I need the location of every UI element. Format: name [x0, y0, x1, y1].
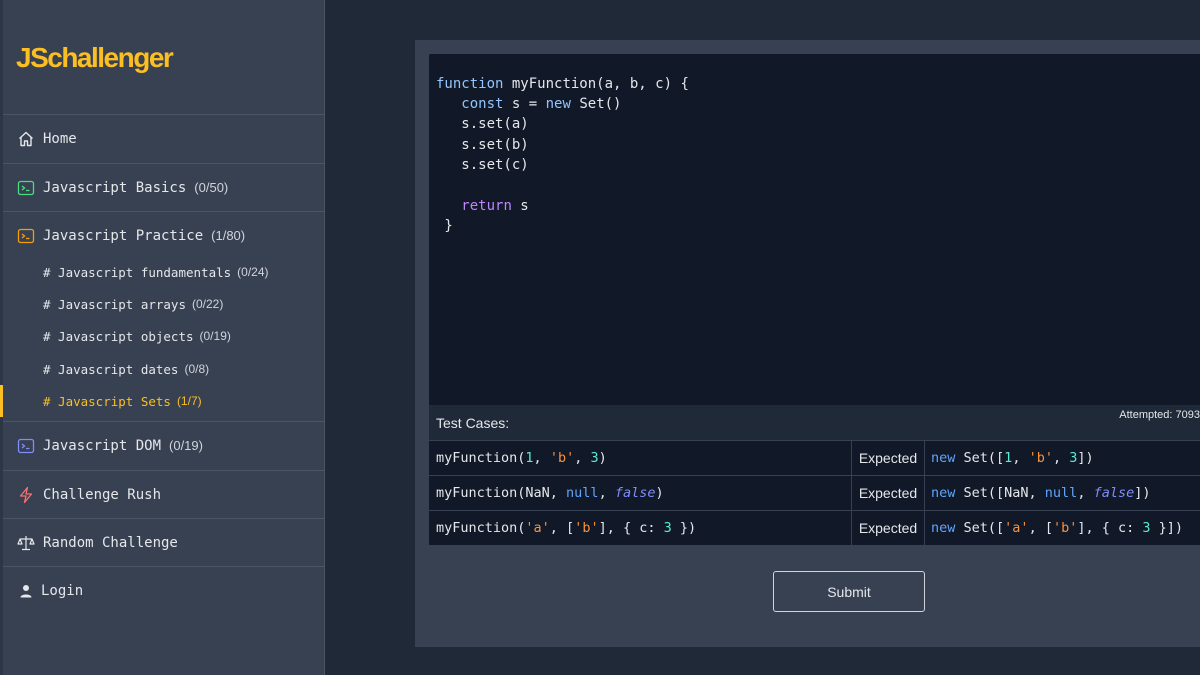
- sidebar-subitem-sets[interactable]: # Javascript Sets (1/7): [0, 385, 325, 417]
- test-cases-header: Test Cases: Attempted: 7093: [429, 405, 1200, 440]
- subitem-label: # Javascript arrays: [43, 296, 186, 312]
- sidebar-item-javascript-basics[interactable]: Javascript Basics (0/50): [3, 163, 325, 211]
- test-case-expected: new Set(['a', ['b'], { c: 3 }]): [931, 520, 1184, 536]
- sidebar: JSchallenger Home Javascript Basics (0/5…: [0, 0, 325, 675]
- progress-count: (0/8): [184, 362, 210, 376]
- test-cases-title: Test Cases:: [436, 415, 510, 431]
- progress-count: (1/7): [176, 394, 202, 408]
- sidebar-item-home[interactable]: Home: [3, 114, 325, 162]
- sidebar-item-javascript-dom[interactable]: Javascript DOM (0/19): [3, 421, 325, 469]
- test-case-input: myFunction(NaN, null, false): [436, 485, 664, 501]
- code-line: function myFunction(a, b, c) {: [436, 76, 689, 92]
- sidebar-item-challenge-rush[interactable]: Challenge Rush: [3, 470, 325, 518]
- expected-label: Expected: [851, 511, 925, 545]
- sidebar-item-label: Javascript Practice: [43, 227, 204, 244]
- sidebar-item-label: Javascript DOM: [43, 437, 162, 454]
- terminal-icon: [17, 437, 35, 455]
- app-logo[interactable]: JSchallenger: [16, 40, 174, 76]
- subitem-label: # Javascript Sets: [43, 393, 171, 409]
- test-case-expected: new Set([1, 'b', 3]): [931, 450, 1094, 466]
- progress-count: (0/19): [199, 329, 231, 343]
- code-line: s.set(c): [436, 157, 529, 173]
- sidebar-item-label: Random Challenge: [43, 534, 178, 551]
- home-icon: [17, 130, 35, 148]
- progress-count: (0/50): [194, 180, 229, 195]
- lightning-icon: [17, 486, 35, 504]
- subitem-label: # Javascript dates: [43, 361, 179, 377]
- test-case-expected: new Set([NaN, null, false]): [931, 485, 1151, 501]
- sidebar-subitem-objects[interactable]: # Javascript objects (0/19): [3, 320, 325, 352]
- test-case-input: myFunction('a', ['b'], { c: 3 }): [436, 520, 697, 536]
- sidebar-item-javascript-practice[interactable]: Javascript Practice (1/80): [3, 211, 325, 259]
- sidebar-item-random-challenge[interactable]: Random Challenge: [3, 518, 325, 566]
- sidebar-item-label: Challenge Rush: [43, 486, 162, 503]
- test-case-row: myFunction('a', ['b'], { c: 3 }) Expecte…: [429, 510, 1200, 545]
- progress-count: (0/22): [192, 297, 224, 311]
- progress-count: (1/80): [211, 228, 246, 243]
- progress-count: (0/24): [237, 265, 269, 279]
- challenge-panel: function myFunction(a, b, c) { const s =…: [415, 40, 1200, 647]
- sidebar-item-label: Login: [41, 582, 84, 599]
- subitem-label: # Javascript objects: [43, 328, 194, 344]
- progress-count: (0/19): [169, 438, 203, 453]
- sidebar-item-label: Home: [43, 130, 77, 147]
- terminal-icon: [17, 227, 35, 245]
- scale-icon: [17, 534, 35, 552]
- code-line: s.set(b): [436, 137, 529, 153]
- test-case-row: myFunction(NaN, null, false) Expected ne…: [429, 475, 1200, 510]
- code-line: return s: [461, 198, 529, 214]
- code-line: const s = new Set(): [461, 96, 622, 112]
- user-icon: [17, 582, 35, 600]
- sidebar-item-login[interactable]: Login: [3, 566, 325, 614]
- sidebar-subitem-dates[interactable]: # Javascript dates (0/8): [3, 353, 325, 385]
- subitem-label: # Javascript fundamentals: [43, 264, 232, 280]
- code-line: s.set(a): [436, 116, 529, 132]
- sidebar-item-label: Javascript Basics: [43, 179, 187, 196]
- expected-label: Expected: [851, 476, 925, 510]
- submit-button[interactable]: Submit: [773, 571, 925, 612]
- terminal-icon: [17, 179, 35, 197]
- sidebar-subitem-fundamentals[interactable]: # Javascript fundamentals (0/24): [3, 256, 325, 288]
- expected-label: Expected: [851, 441, 925, 475]
- attempted-count: Attempted: 7093: [1119, 409, 1200, 421]
- test-case-row: myFunction(1, 'b', 3) Expected new Set([…: [429, 440, 1200, 475]
- test-case-input: myFunction(1, 'b', 3): [436, 450, 607, 466]
- sidebar-subitem-arrays[interactable]: # Javascript arrays (0/22): [3, 288, 325, 320]
- code-editor[interactable]: function myFunction(a, b, c) { const s =…: [429, 54, 1200, 405]
- code-line: }: [436, 218, 453, 234]
